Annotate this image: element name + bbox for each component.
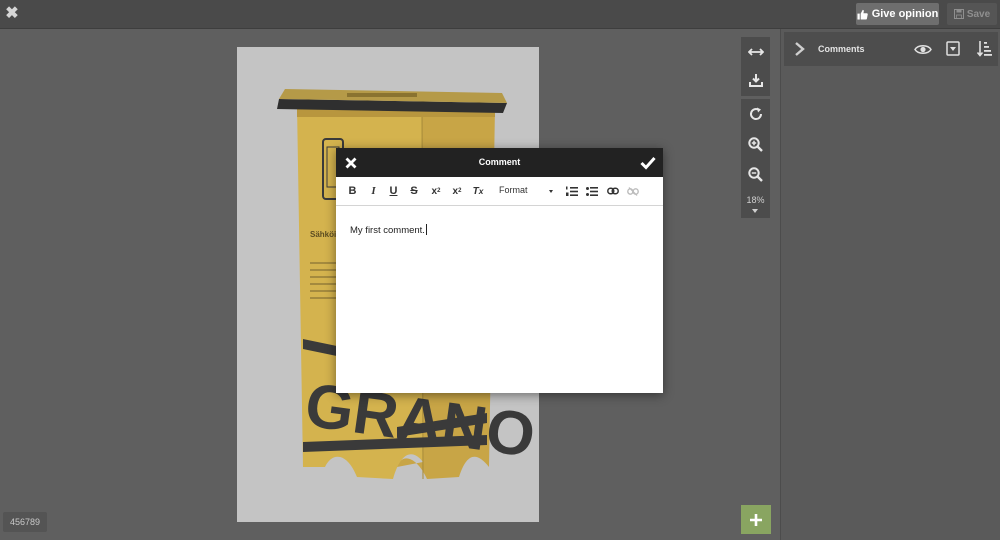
zoom-in-button[interactable]	[741, 130, 770, 158]
format-dropdown[interactable]: Format	[496, 184, 556, 198]
plus-icon	[750, 513, 762, 526]
add-comment-button[interactable]	[741, 505, 771, 534]
close-viewer-icon[interactable]: ✖	[5, 6, 19, 22]
strikethrough-button[interactable]: S	[408, 183, 420, 199]
fit-width-icon	[747, 48, 764, 56]
give-opinion-label: Give opinion	[871, 8, 939, 20]
text-cursor	[425, 224, 427, 235]
bulleted-list-icon	[586, 186, 598, 196]
comment-text-editor[interactable]: My first comment.	[336, 207, 663, 393]
download-icon	[748, 74, 763, 87]
document-id-badge: 456789	[3, 512, 47, 532]
download-button[interactable]	[741, 66, 770, 94]
format-dropdown-label: Format	[499, 185, 528, 195]
zoom-level-dropdown[interactable]: 18%	[741, 195, 770, 205]
give-opinion-button[interactable]: Give opinion	[856, 3, 939, 25]
rotate-icon	[749, 107, 762, 120]
comments-sidebar: Comments	[780, 29, 1000, 540]
comment-dialog-header: Comment	[336, 148, 663, 177]
underline-button[interactable]: U	[388, 183, 399, 199]
clear-formatting-button[interactable]: Tx	[471, 183, 485, 199]
view-toolbar	[741, 37, 770, 96]
numbered-list-button[interactable]	[565, 183, 579, 199]
eye-icon[interactable]	[914, 43, 932, 56]
bold-button[interactable]: B	[347, 183, 358, 199]
comment-dialog-title: Comment	[478, 157, 521, 167]
bulleted-list-button[interactable]	[585, 183, 599, 199]
comments-title: Comments	[818, 44, 865, 54]
floppy-disk-icon	[953, 9, 964, 19]
top-bar: ✖ Give opinion Save	[0, 0, 1000, 29]
zoom-out-button[interactable]	[741, 160, 770, 188]
chevron-right-icon[interactable]	[793, 41, 807, 57]
fit-width-button[interactable]	[741, 38, 770, 66]
link-icon	[607, 187, 619, 195]
comment-dialog: Comment B I U S x2 x2 Tx Format My first…	[336, 148, 663, 393]
zoom-in-icon	[748, 136, 763, 152]
rich-text-toolbar: B I U S x2 x2 Tx Format	[336, 177, 663, 206]
remove-link-button[interactable]	[626, 183, 640, 199]
checkmark-icon[interactable]	[640, 156, 656, 170]
caret-down-icon	[549, 190, 553, 193]
insert-link-button[interactable]	[606, 183, 620, 199]
superscript-button[interactable]: x2	[429, 183, 443, 199]
comment-text: My first comment.	[350, 225, 425, 236]
sort-icon[interactable]	[976, 40, 993, 57]
numbered-list-icon	[566, 186, 578, 196]
zoom-out-icon	[748, 166, 763, 182]
comments-header: Comments	[784, 32, 998, 66]
subscript-button[interactable]: x2	[450, 183, 464, 199]
filter-dropdown-icon[interactable]	[946, 41, 960, 56]
save-button[interactable]: Save	[947, 3, 997, 25]
rotate-button[interactable]	[741, 100, 770, 128]
save-label: Save	[966, 8, 991, 20]
zoom-toolbar: 18%	[741, 99, 770, 218]
unlink-icon	[627, 186, 639, 196]
italic-button[interactable]: I	[368, 183, 379, 199]
thumbs-up-icon	[857, 9, 868, 20]
caret-down-icon[interactable]	[752, 209, 758, 213]
